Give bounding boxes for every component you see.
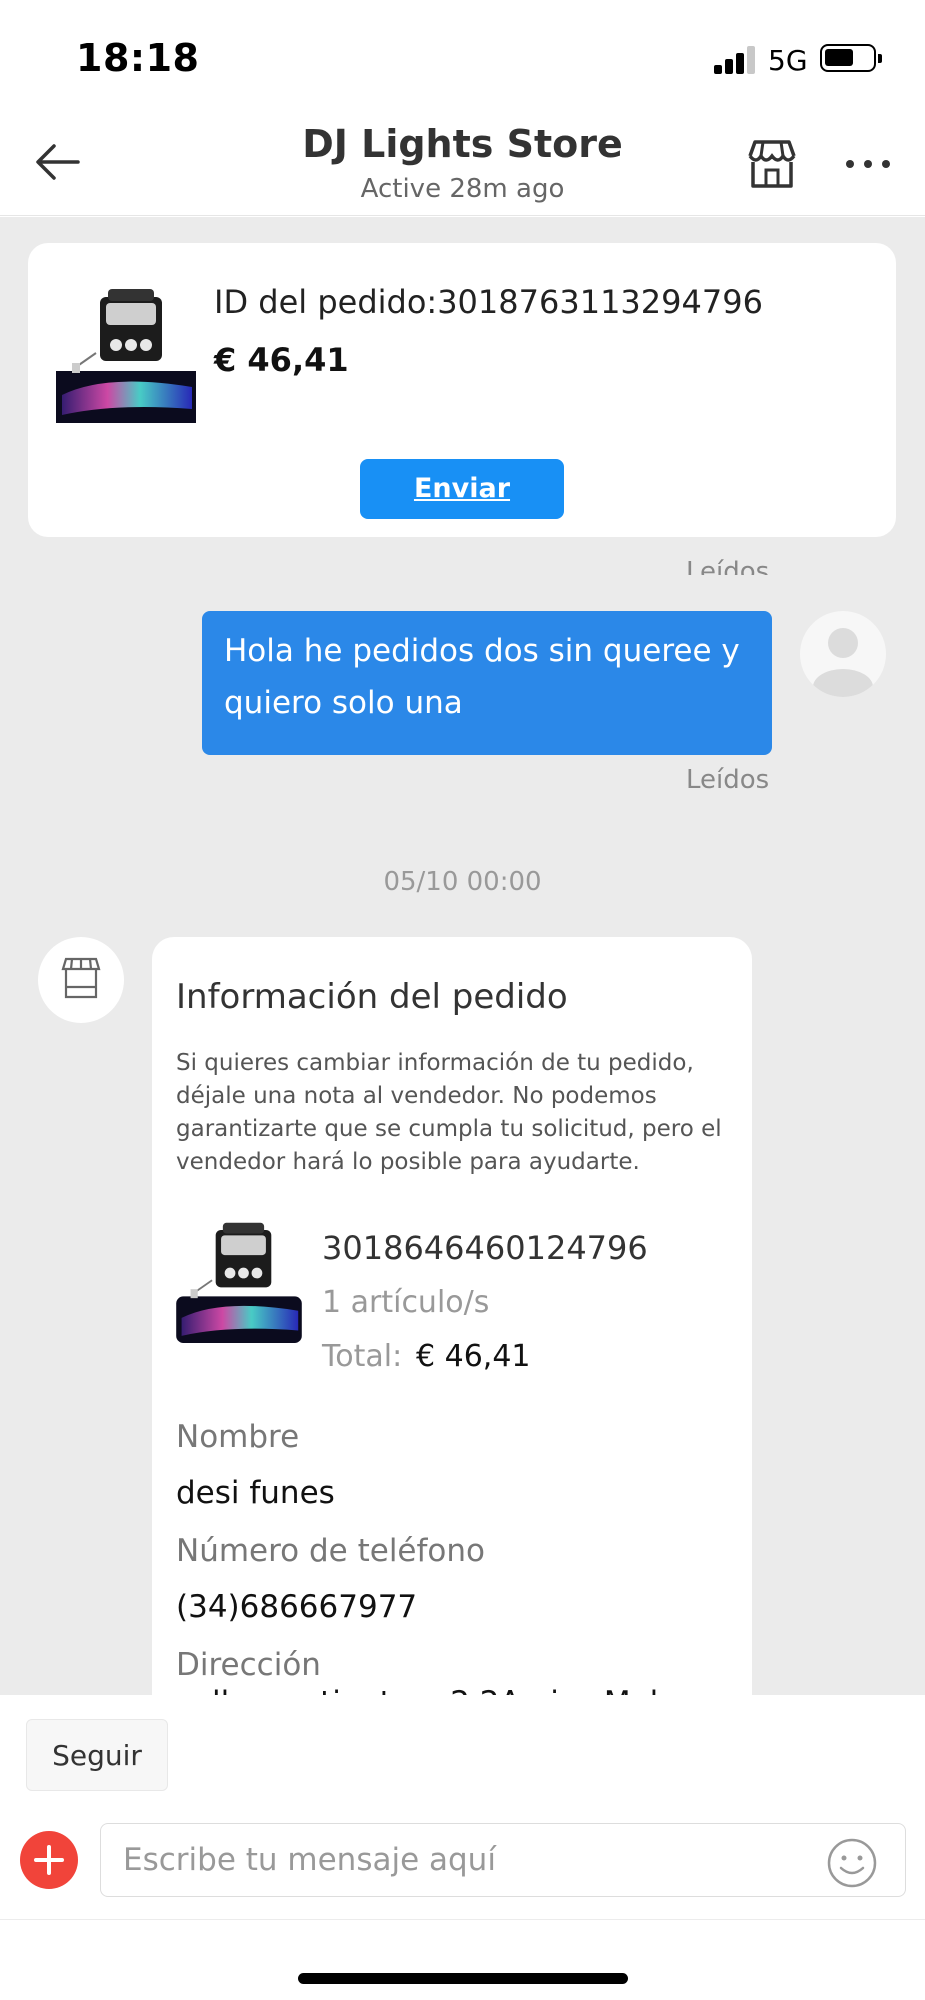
battery-icon [820,44,882,72]
order-number: 3018646460124796 [322,1229,648,1267]
bottom-bar: Seguir Escribe tu mensaje aquí [0,1695,925,2000]
product-thumbnail [176,1222,302,1343]
user-avatar [800,611,886,697]
read-status: Leídos [686,557,770,575]
store-avatar-icon [61,957,101,999]
add-attachment-button[interactable] [20,1831,78,1889]
order-info-title: Información del pedido [176,977,568,1017]
order-price: € 46,41 [214,341,349,379]
store-button[interactable] [744,136,800,192]
address-value: calle martinete n 2 2A piso Malaga [176,1685,716,1695]
emoji-icon [827,1838,877,1888]
name-label: Nombre [176,1419,300,1455]
message-placeholder: Escribe tu mensaje aquí [123,1842,496,1878]
user-avatar-icon [813,628,873,697]
read-status: Leídos [686,765,770,795]
total-label: Total: [322,1339,403,1374]
order-info-card[interactable]: Información del pedido Si quieres cambia… [152,937,752,1695]
store-icon [748,140,796,188]
total-value: € 46,41 [416,1339,531,1374]
store-avatar[interactable] [38,937,124,1023]
network-type: 5G [768,44,808,77]
more-options-button[interactable] [840,136,896,192]
name-value: desi funes [176,1475,335,1511]
follow-button[interactable]: Seguir [26,1719,168,1791]
signal-icon [714,44,758,74]
address-label: Dirección [176,1647,321,1683]
chat-area[interactable]: ID del pedido:3018763113294796 € 46,41 E… [0,217,925,1695]
order-info-description: Si quieres cambiar información de tu ped… [176,1050,722,1175]
order-card[interactable]: ID del pedido:3018763113294796 € 46,41 E… [28,243,896,537]
date-separator: 05/10 00:00 [383,867,542,897]
status-bar: 18:18 5G [0,0,925,110]
chat-header: DJ Lights Store Active 28m ago [0,110,925,216]
sent-message-bubble[interactable]: Hola he pedidos dos sin queree y quiero … [202,611,772,755]
divider [0,1919,925,1920]
emoji-button[interactable] [826,1837,878,1889]
status-time: 18:18 [76,36,200,80]
item-count: 1 artículo/s [322,1285,490,1320]
send-order-button[interactable]: Enviar [360,459,564,519]
home-indicator[interactable] [298,1973,628,1984]
product-thumbnail [56,289,196,423]
more-icon [846,160,890,168]
message-input[interactable]: Escribe tu mensaje aquí [100,1823,906,1897]
order-id: ID del pedido:3018763113294796 [214,283,763,321]
plus-icon [34,1845,64,1875]
phone-value: (34)686667977 [176,1589,418,1625]
phone-label: Número de teléfono [176,1533,486,1569]
